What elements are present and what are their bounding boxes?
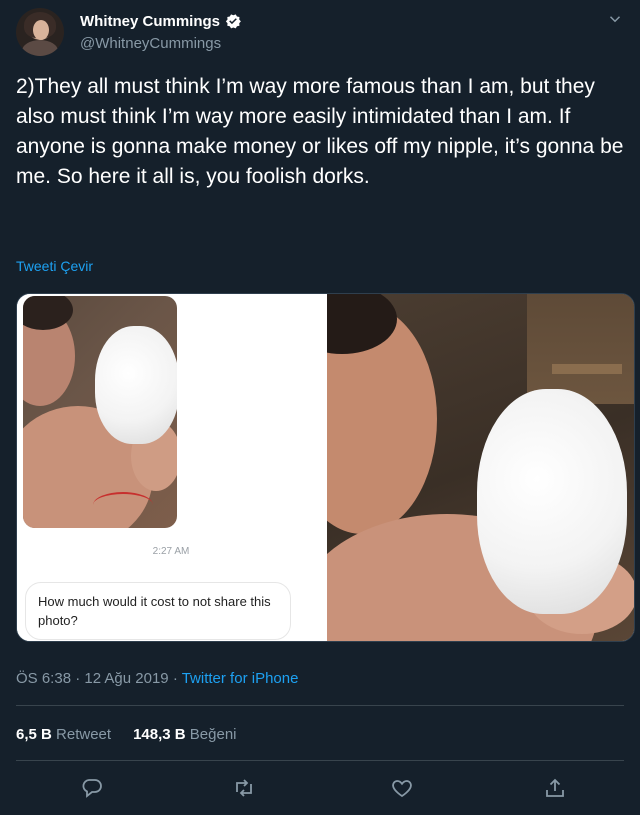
heart-icon[interactable]	[390, 776, 414, 800]
tweet-text: 2)They all must think I’m way more famou…	[16, 75, 630, 188]
like-count: 148,3 B	[133, 726, 186, 743]
retweet-label: Retweet	[56, 726, 112, 743]
share-icon[interactable]	[543, 776, 567, 800]
author-name[interactable]: Whitney Cummings	[80, 13, 220, 30]
tweet-time[interactable]: ÖS 6:38	[16, 670, 71, 687]
like-label: Beğeni	[189, 726, 237, 743]
message-screenshot-image[interactable]: 2:27 AM How much would it cost to not sh…	[17, 294, 325, 641]
thumbnail-photo	[23, 296, 177, 528]
tweet-meta: ÖS 6:38 · 12 Ağu 2019 · Twitter for iPho…	[16, 670, 298, 687]
like-stat[interactable]: 148,3 B Beğeni	[133, 726, 236, 743]
author-handle[interactable]: @WhitneyCummings	[80, 35, 221, 52]
tweet-source-link[interactable]: Twitter for iPhone	[182, 670, 299, 687]
author-name-row: Whitney Cummings	[80, 12, 242, 30]
retweet-count: 6,5 B	[16, 726, 52, 743]
message-timestamp: 2:27 AM	[152, 546, 190, 557]
translate-link[interactable]: Tweeti Çevir	[16, 258, 93, 274]
divider	[16, 705, 624, 706]
tweet-date[interactable]: 12 Ağu 2019	[84, 670, 168, 687]
meta-separator: ·	[71, 670, 85, 687]
verified-badge-icon	[225, 14, 241, 29]
tweet-header: Whitney Cummings @WhitneyCummings	[16, 8, 624, 58]
avatar[interactable]	[16, 8, 64, 56]
chevron-down-icon[interactable]	[606, 10, 624, 28]
divider	[16, 760, 624, 761]
retweet-icon[interactable]	[232, 776, 256, 800]
message-bubble: How much would it cost to not share this…	[25, 582, 291, 640]
retweet-stat[interactable]: 6,5 B Retweet	[16, 726, 111, 743]
tweet-stats: 6,5 B Retweet 148,3 B Beğeni	[16, 726, 259, 743]
reply-icon[interactable]	[80, 776, 104, 800]
selfie-photo[interactable]	[327, 294, 634, 641]
meta-separator: ·	[168, 670, 182, 687]
tweet-media[interactable]: 2:27 AM How much would it cost to not sh…	[16, 293, 635, 642]
tweet-actions	[0, 772, 640, 806]
